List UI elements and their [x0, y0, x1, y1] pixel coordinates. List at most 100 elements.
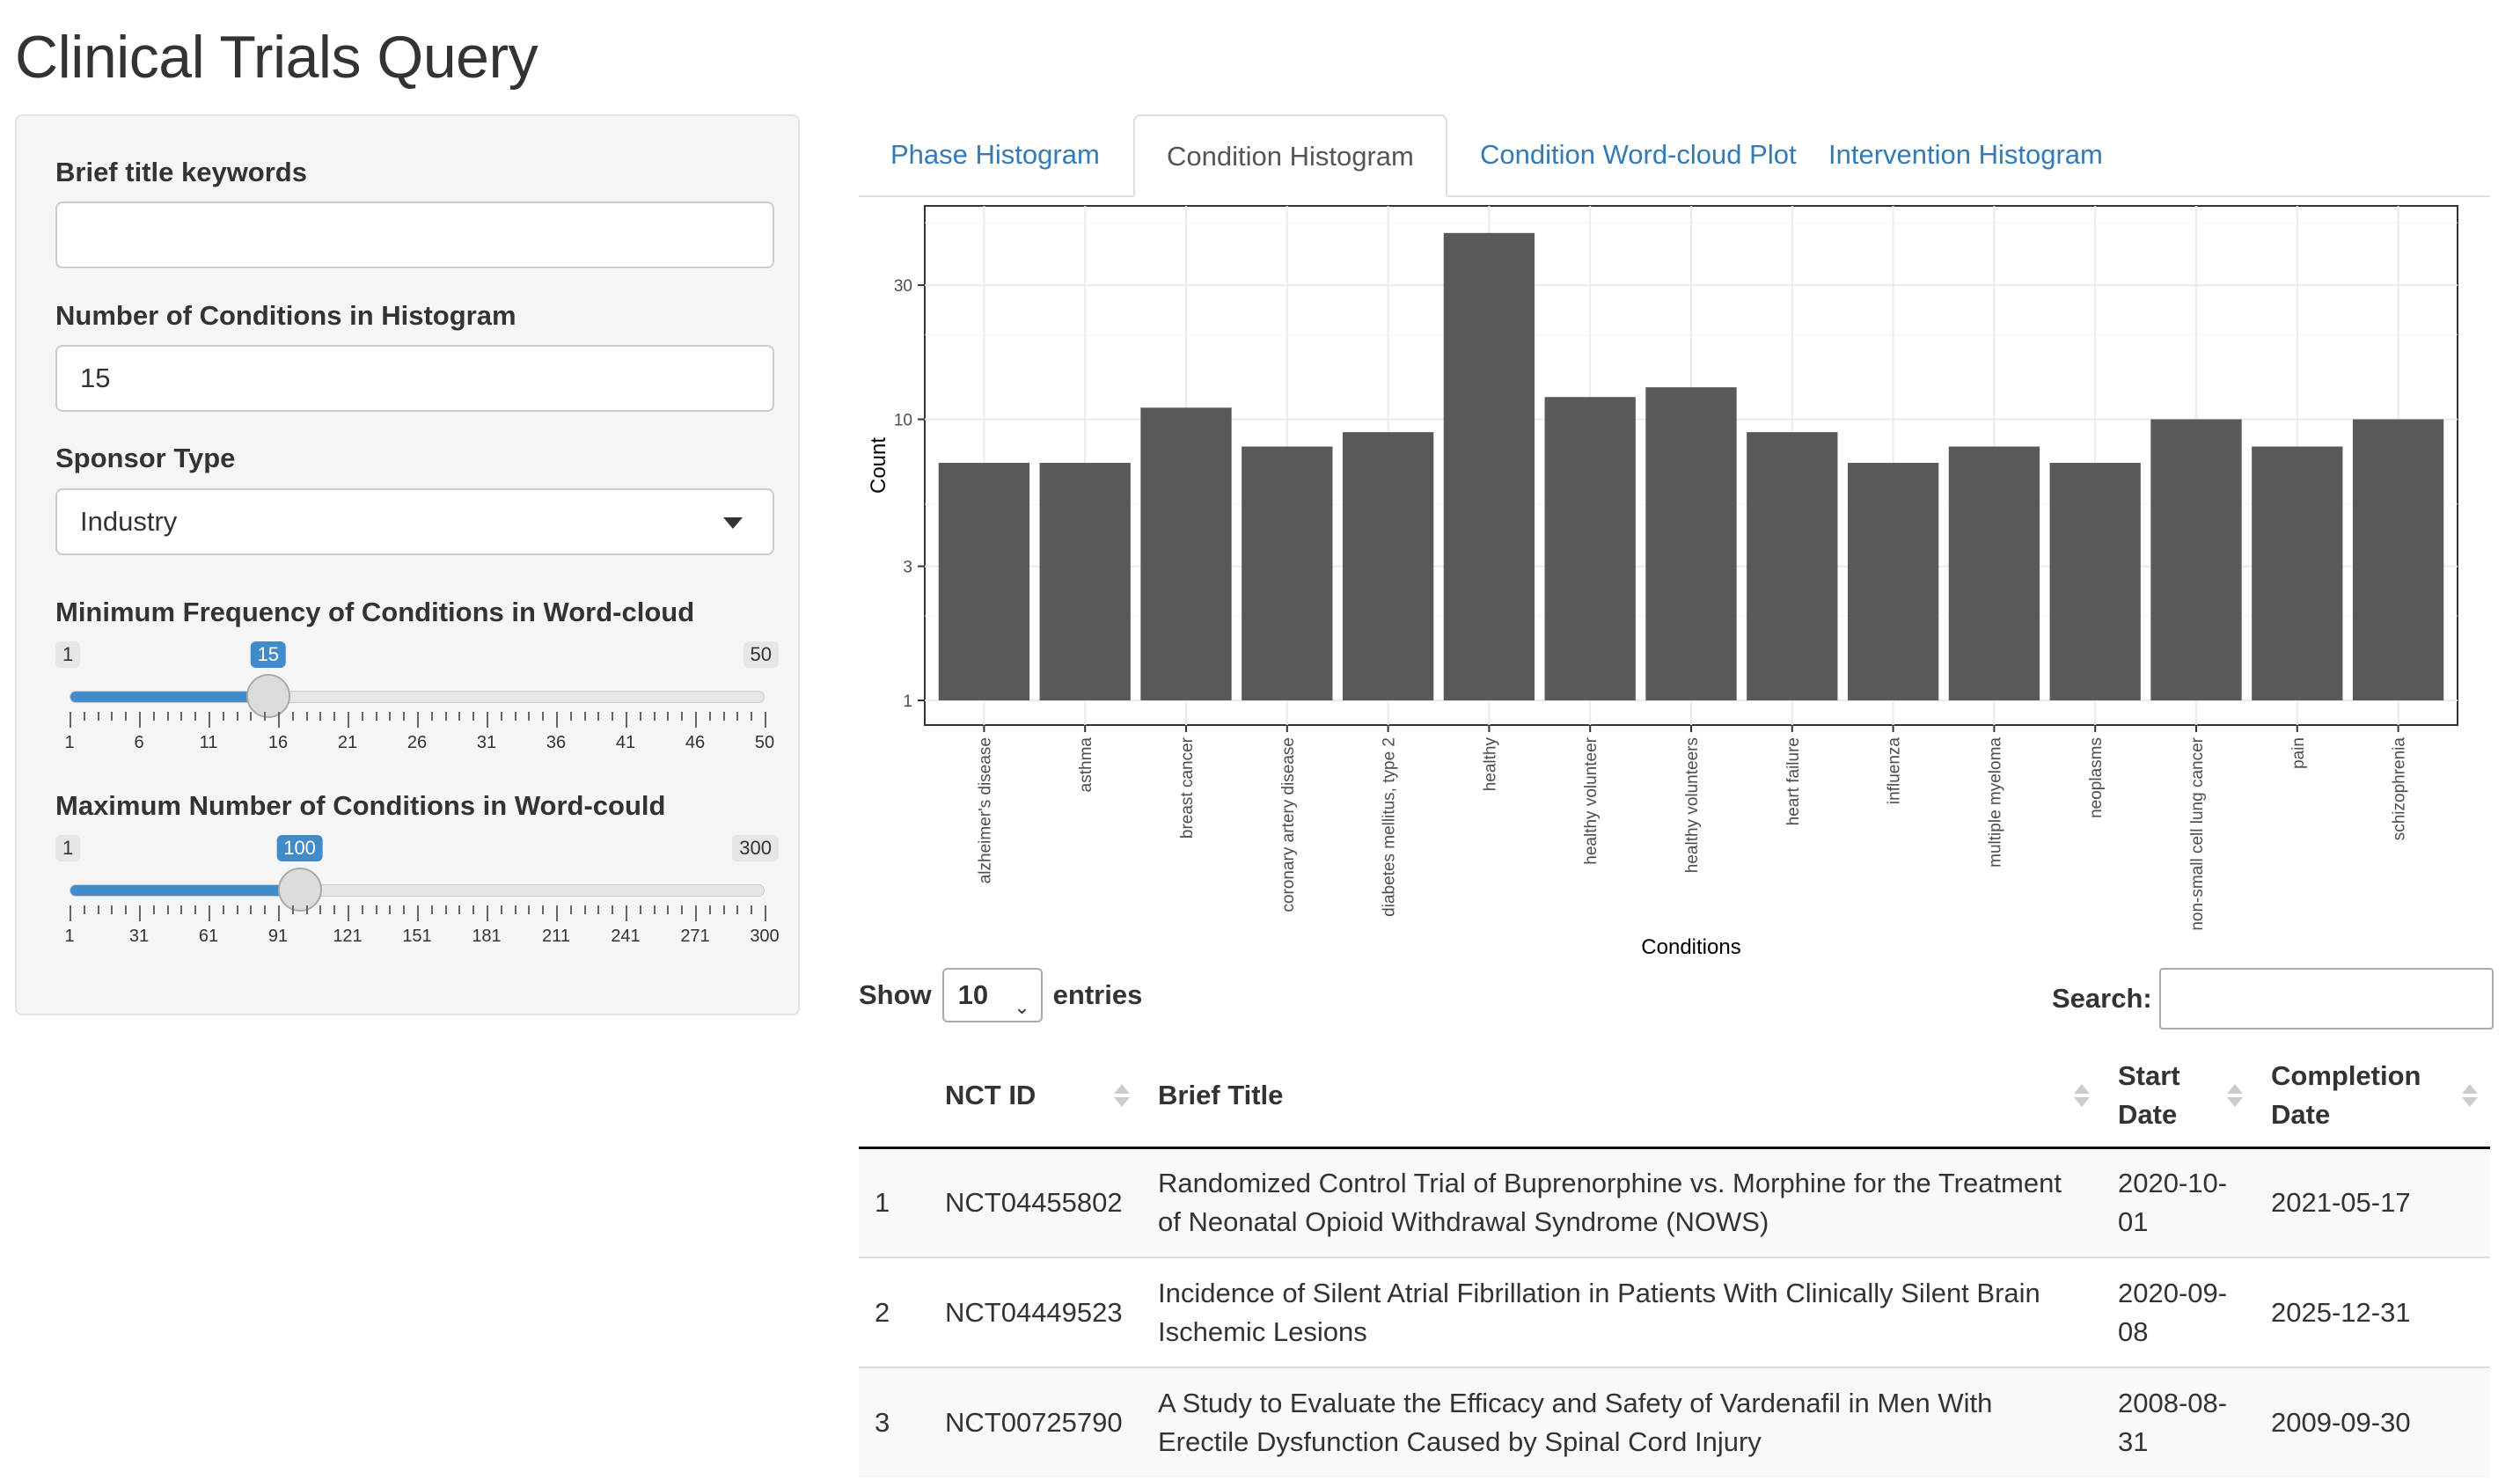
y-axis-ticks: 1 3 10 30 [894, 277, 925, 711]
bar [1747, 432, 1838, 700]
slider-minor-tick [375, 905, 377, 914]
slider-tick [348, 905, 349, 921]
slider-minor-tick [681, 905, 684, 914]
slider-tick [626, 905, 627, 921]
slider-minor-tick [444, 905, 447, 914]
tab-intervention-histogram[interactable]: Intervention Histogram [1797, 114, 2135, 195]
slider-minor-tick [250, 905, 253, 914]
x-tick-label: multiple myeloma [1986, 737, 2004, 868]
start-date-cell: 2008-08-31 [2102, 1366, 2255, 1477]
slider-minor-tick [305, 712, 308, 721]
slider-minor-tick [97, 905, 99, 914]
slider-tick [70, 712, 71, 728]
slider-minor-tick [597, 712, 600, 721]
column-header-brief-title[interactable]: Brief Title [1142, 1045, 2102, 1149]
row-index: 1 [859, 1147, 929, 1257]
slider-minor-tick [403, 905, 406, 914]
column-header-completion-date[interactable]: Completion Date [2255, 1045, 2490, 1149]
slider-tick-label: 26 [407, 733, 428, 752]
slider-tick [556, 712, 558, 728]
search-input[interactable] [2158, 968, 2494, 1029]
x-tick-label: diabetes mellitus, type 2 [1381, 737, 1399, 917]
slider-track[interactable] [70, 884, 765, 897]
slider-minor-tick [458, 712, 461, 721]
sort-icon [2227, 1084, 2243, 1108]
x-tick-label: asthma [1077, 737, 1095, 793]
slider-min-label: 1 [55, 835, 81, 861]
slider-minor-tick [333, 712, 336, 721]
num-conditions-input[interactable] [55, 345, 774, 412]
chevron-down-icon [723, 517, 743, 529]
slider-minor-tick [472, 905, 475, 914]
slider-tick [765, 712, 766, 728]
slider-minor-tick [514, 712, 516, 721]
slider-tick-label: 271 [680, 927, 710, 946]
slider-minor-tick [83, 905, 85, 914]
page-title: Clinical Trials Query [15, 24, 538, 91]
slider-minor-tick [542, 905, 545, 914]
slider-minor-tick [736, 905, 739, 914]
slider-tick-label: 11 [199, 733, 218, 752]
min-frequency-slider[interactable]: 1 50 15 1 6 11 16 21 26 31 36 41 46 50 [55, 641, 779, 773]
slider-track[interactable] [70, 691, 765, 703]
slider-minor-tick [264, 712, 267, 721]
tab-condition-word-cloud[interactable]: Condition Word-cloud Plot [1448, 114, 1828, 195]
num-conditions-label: Number of Conditions in Histogram [55, 300, 516, 331]
slider-fill [70, 885, 300, 896]
slider-tick-label: 181 [472, 927, 502, 946]
table-row[interactable]: 3 NCT00725790 A Study to Evaluate the Ef… [859, 1366, 2490, 1477]
slider-minor-tick [222, 905, 224, 914]
slider-minor-tick [667, 905, 670, 914]
table-row[interactable]: 1 NCT04455802 Randomized Control Trial o… [859, 1147, 2490, 1257]
slider-minor-tick [361, 905, 363, 914]
brief-title-cell: Randomized Control Trial of Buprenorphin… [1142, 1147, 2102, 1257]
table-row[interactable]: 2 NCT04449523 Incidence of Silent Atrial… [859, 1257, 2490, 1367]
slider-tick-label: 31 [476, 733, 497, 752]
brief-title-cell: Incidence of Silent Atrial Fibrillation … [1142, 1257, 2102, 1367]
column-header-nct-id[interactable]: NCT ID [929, 1045, 1142, 1149]
slider-minor-tick [653, 905, 656, 914]
header-text: Start Date [2118, 1060, 2180, 1131]
slider-minor-tick [639, 905, 641, 914]
slider-minor-tick [83, 712, 85, 721]
slider-minor-tick [542, 712, 545, 721]
column-header-start-date[interactable]: Start Date [2102, 1045, 2255, 1149]
slider-minor-tick [305, 905, 308, 914]
y-tick-label: 10 [894, 412, 912, 430]
tab-bar: Phase Histogram Condition Histogram Cond… [859, 114, 2490, 197]
slider-minor-tick [751, 712, 753, 721]
slider-tick-label: 31 [128, 927, 150, 946]
slider-minor-tick [250, 712, 253, 721]
bar [2049, 463, 2141, 700]
search-label: Search: [2052, 983, 2152, 1014]
slider-tick-label: 300 [750, 927, 780, 946]
slider-minor-tick [403, 712, 406, 721]
tab-condition-histogram[interactable]: Condition Histogram [1133, 114, 1447, 197]
slider-tick-label: 16 [267, 733, 289, 752]
completion-date-cell: 2021-05-17 [2255, 1147, 2490, 1257]
keywords-input[interactable] [55, 201, 774, 268]
sponsor-type-select[interactable]: Industry [55, 488, 774, 555]
show-label: Show [859, 979, 932, 1010]
header-text: Completion Date [2271, 1060, 2421, 1131]
slider-tick-label: 21 [337, 733, 358, 752]
slider-tick [556, 905, 558, 921]
slider-minor-tick [111, 905, 114, 914]
x-tick-label: non-small cell lung cancer [2188, 736, 2207, 930]
slider-minor-tick [458, 905, 461, 914]
slider-tick [278, 712, 280, 728]
max-conditions-slider[interactable]: 1 300 100 1 31 61 91 121 151 181 211 241 271 300 [55, 835, 780, 967]
tab-phase-histogram[interactable]: Phase Histogram [859, 114, 1132, 195]
slider-max-label: 50 [743, 641, 779, 668]
slider-tick [765, 905, 766, 921]
nct-id-cell: NCT00725790 [929, 1366, 1142, 1477]
slider-minor-tick [569, 905, 572, 914]
slider-tick [209, 712, 210, 728]
entries-select[interactable]: 10 ⌄ [941, 968, 1043, 1022]
x-tick-label: alzheimer's disease [976, 737, 994, 883]
sort-icon [2074, 1084, 2090, 1108]
slider-tick-label: 121 [333, 927, 363, 946]
slider-minor-tick [500, 712, 502, 721]
x-tick-label: neoplasms [2087, 737, 2106, 818]
slider-tick [487, 712, 488, 728]
